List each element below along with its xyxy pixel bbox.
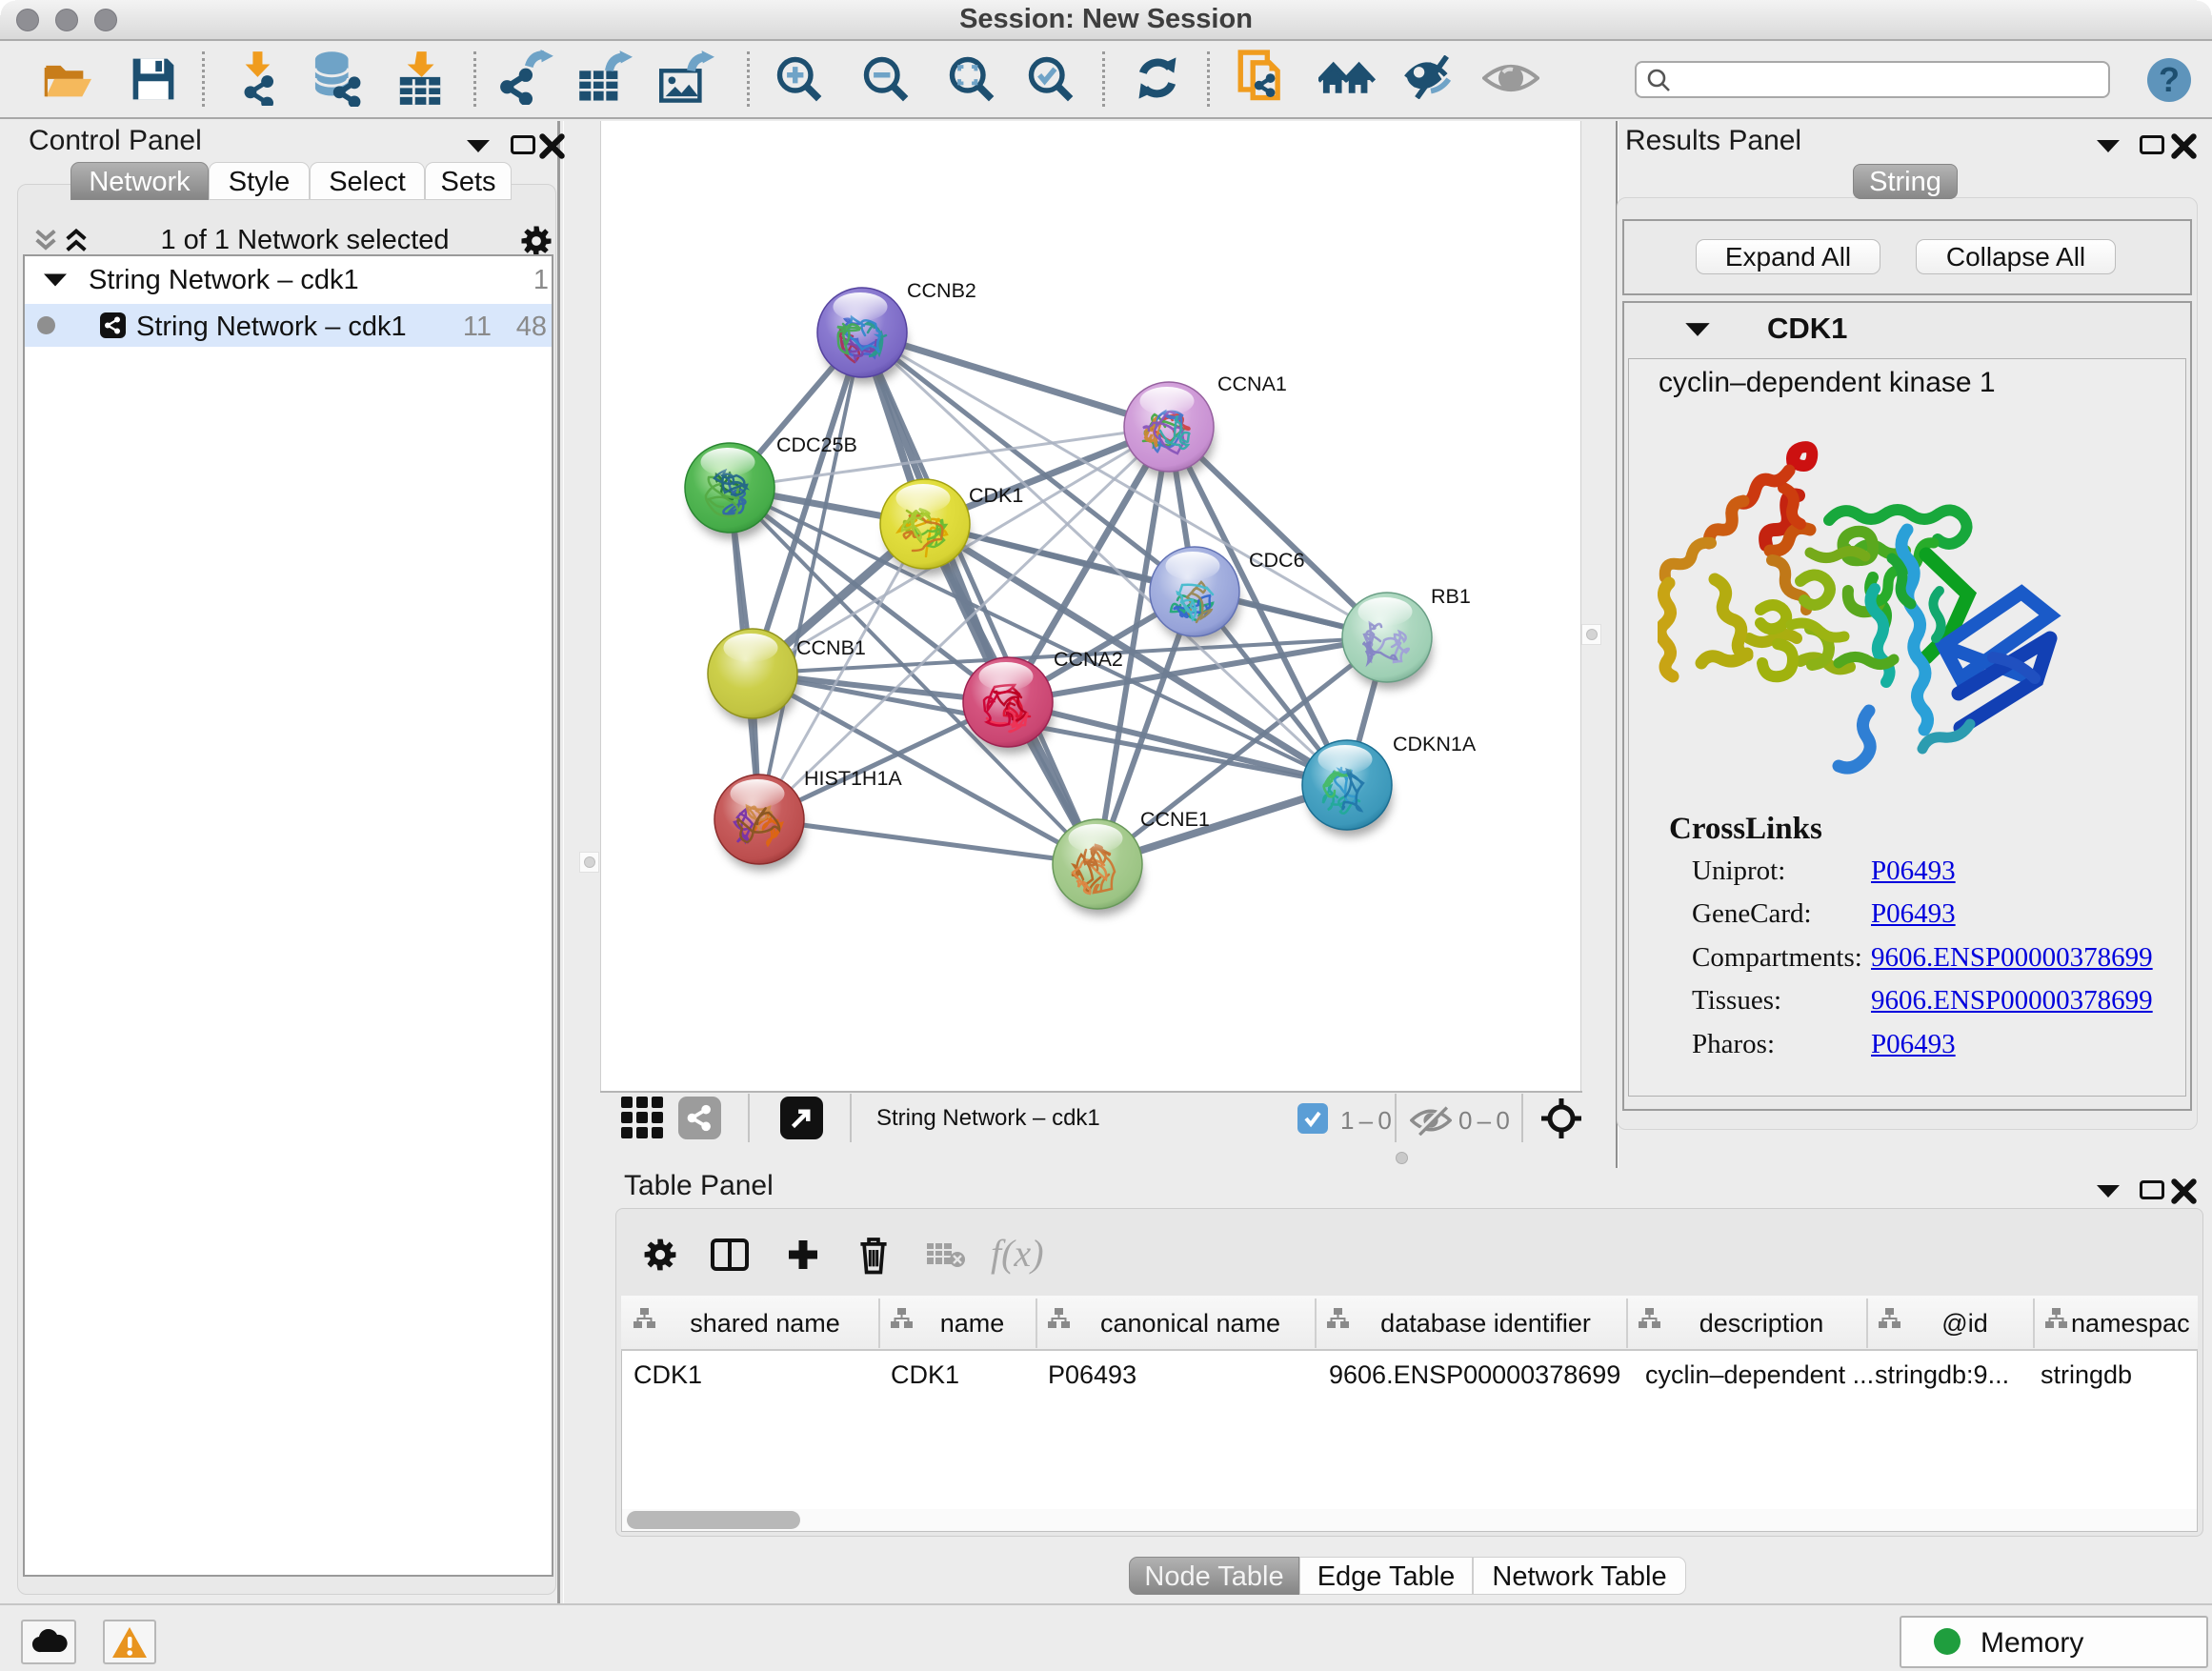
svg-text:CCNE1: CCNE1 xyxy=(1140,808,1210,831)
svg-text:CDC6: CDC6 xyxy=(1249,549,1305,572)
svg-text:HIST1H1A: HIST1H1A xyxy=(804,767,902,790)
svg-text:CCNB1: CCNB1 xyxy=(796,636,866,659)
svg-text:CCNA1: CCNA1 xyxy=(1217,372,1287,395)
svg-text:CDC25B: CDC25B xyxy=(776,433,857,456)
svg-text:RB1: RB1 xyxy=(1431,585,1471,608)
svg-text:CDKN1A: CDKN1A xyxy=(1393,733,1477,755)
svg-text:CCNA2: CCNA2 xyxy=(1054,648,1123,671)
svg-text:CDK1: CDK1 xyxy=(969,484,1023,507)
svg-text:CCNB2: CCNB2 xyxy=(907,279,976,302)
